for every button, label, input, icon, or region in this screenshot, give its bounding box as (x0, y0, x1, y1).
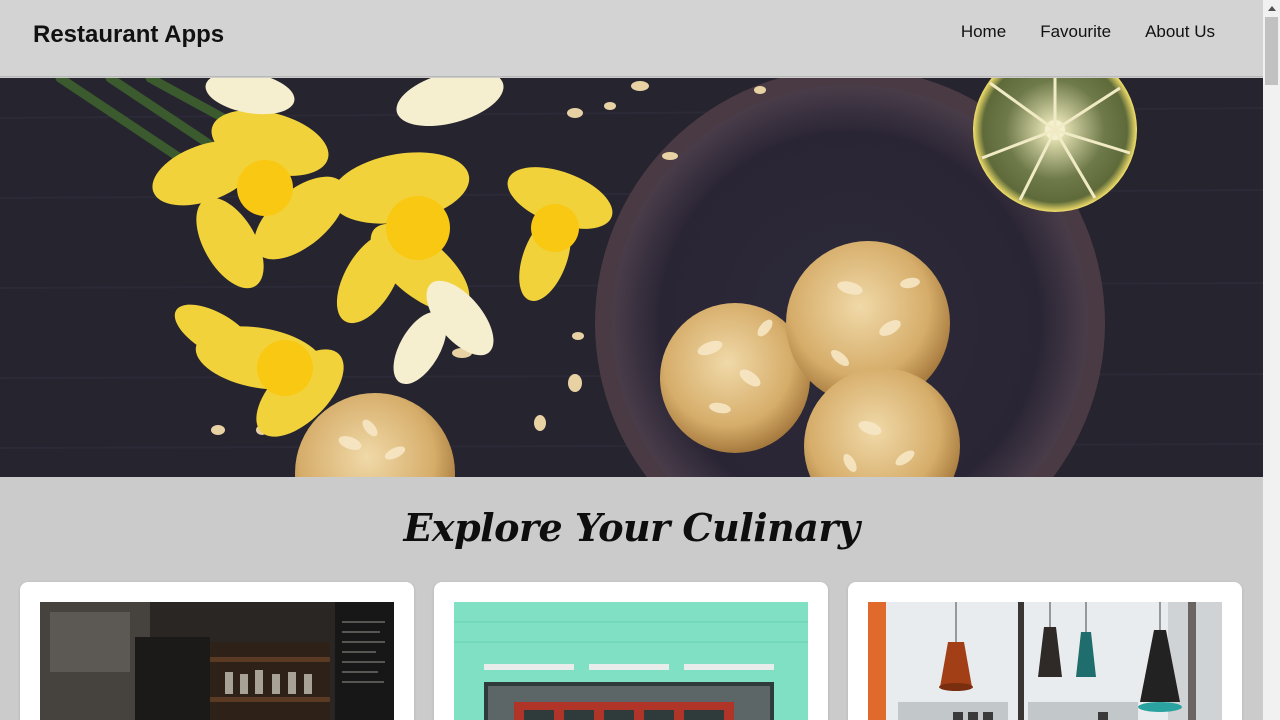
restaurant-card-image[interactable] (454, 602, 808, 720)
page: Restaurant Apps Home Favourite About Us (0, 0, 1263, 720)
nav-about-link[interactable]: About Us (1145, 21, 1215, 43)
nav-favourite-link[interactable]: Favourite (1040, 21, 1111, 43)
main-nav: Home Favourite About Us (927, 21, 1215, 43)
nav-home-link[interactable]: Home (961, 21, 1006, 43)
restaurant-card[interactable] (848, 582, 1242, 720)
app-brand[interactable]: Restaurant Apps (33, 21, 224, 49)
section-title: Explore Your Culinary (403, 505, 860, 550)
hero-image (0, 78, 1263, 477)
restaurant-card-image[interactable] (868, 602, 1222, 720)
scroll-up-arrow-icon[interactable] (1263, 0, 1280, 17)
restaurant-card[interactable] (20, 582, 414, 720)
app-header: Restaurant Apps Home Favourite About Us (0, 0, 1263, 77)
restaurant-card[interactable] (434, 582, 828, 720)
scrollbar-thumb[interactable] (1265, 17, 1278, 85)
restaurant-card-image[interactable] (40, 602, 394, 720)
vertical-scrollbar[interactable] (1263, 0, 1280, 720)
